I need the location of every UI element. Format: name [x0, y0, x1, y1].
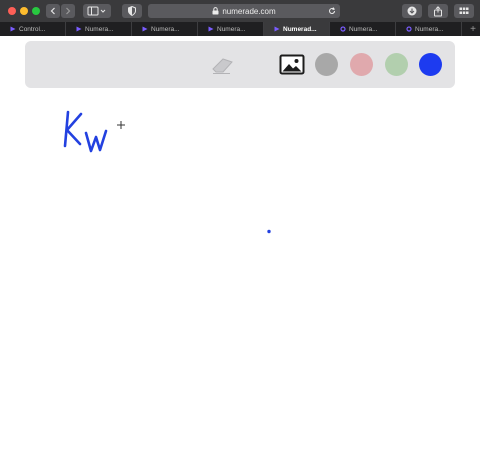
- address-bar[interactable]: numerade.com: [148, 4, 340, 18]
- eraser-button[interactable]: [210, 54, 236, 76]
- forward-button[interactable]: [61, 4, 75, 18]
- drawing-toolbar: [25, 41, 455, 88]
- browser-tab[interactable]: Control...: [0, 22, 66, 36]
- downloads-button[interactable]: [402, 4, 422, 18]
- drawing-canvas[interactable]: [0, 88, 480, 464]
- shield-icon: [128, 6, 136, 16]
- zoom-window-button[interactable]: [32, 7, 40, 15]
- numerade-favicon-icon: [76, 26, 82, 32]
- tab-overview-button[interactable]: [454, 4, 474, 18]
- tab-bar: Control... Numera... Numera... Numera...…: [0, 22, 480, 36]
- close-window-button[interactable]: [8, 7, 16, 15]
- color-swatch-pink[interactable]: [350, 53, 373, 76]
- numerade-favicon-icon: [10, 26, 16, 32]
- browser-tab[interactable]: Numera...: [132, 22, 198, 36]
- lock-icon: [212, 7, 219, 15]
- tab-label: Numera...: [349, 25, 378, 33]
- tab-label: Numera...: [85, 25, 114, 33]
- color-swatch-gray[interactable]: [315, 53, 338, 76]
- browser-tab-active[interactable]: Numerad...: [264, 22, 330, 36]
- color-swatch-blue[interactable]: [419, 53, 442, 76]
- tab-label: Control...: [19, 25, 46, 33]
- gear-favicon-icon: [340, 26, 346, 32]
- browser-tab[interactable]: Numera...: [198, 22, 264, 36]
- numerade-favicon-icon: [274, 26, 280, 32]
- tab-label: Numera...: [415, 25, 444, 33]
- crosshair-cursor-icon: [117, 121, 125, 129]
- insert-image-button[interactable]: [279, 53, 305, 76]
- plus-icon: +: [470, 23, 476, 35]
- tab-label: Numera...: [217, 25, 246, 33]
- privacy-shield-button[interactable]: [122, 4, 142, 18]
- minimize-window-button[interactable]: [20, 7, 28, 15]
- url-text: numerade.com: [222, 6, 276, 16]
- ink-dot: [267, 229, 271, 234]
- gear-favicon-icon: [406, 26, 412, 32]
- eraser-icon: [212, 58, 233, 74]
- download-icon: [407, 6, 417, 16]
- browser-tab[interactable]: Numera...: [66, 22, 132, 36]
- tab-label: Numera...: [151, 25, 180, 33]
- canvas-ink-layer: [63, 110, 271, 234]
- tab-label: Numerad...: [283, 25, 317, 33]
- share-button[interactable]: [428, 4, 448, 18]
- numerade-favicon-icon: [208, 26, 214, 32]
- sidebar-toggle-button[interactable]: [83, 4, 111, 18]
- title-bar: numerade.com: [0, 0, 480, 22]
- grid-icon: [459, 7, 469, 14]
- back-button[interactable]: [46, 4, 60, 18]
- browser-tab[interactable]: Numera...: [396, 22, 462, 36]
- browser-window: numerade.com Control... Numera... Numera…: [0, 0, 480, 464]
- chevron-right-icon: [66, 7, 71, 15]
- sidebar-icon: [87, 6, 106, 16]
- share-icon: [434, 5, 442, 16]
- handwriting-kw: [63, 110, 108, 153]
- reload-icon[interactable]: [328, 7, 336, 15]
- new-tab-button[interactable]: +: [462, 22, 480, 36]
- chevron-left-icon: [50, 7, 55, 15]
- image-icon: [279, 54, 305, 75]
- color-swatch-green[interactable]: [385, 53, 408, 76]
- browser-tab[interactable]: Numera...: [330, 22, 396, 36]
- numerade-favicon-icon: [142, 26, 148, 32]
